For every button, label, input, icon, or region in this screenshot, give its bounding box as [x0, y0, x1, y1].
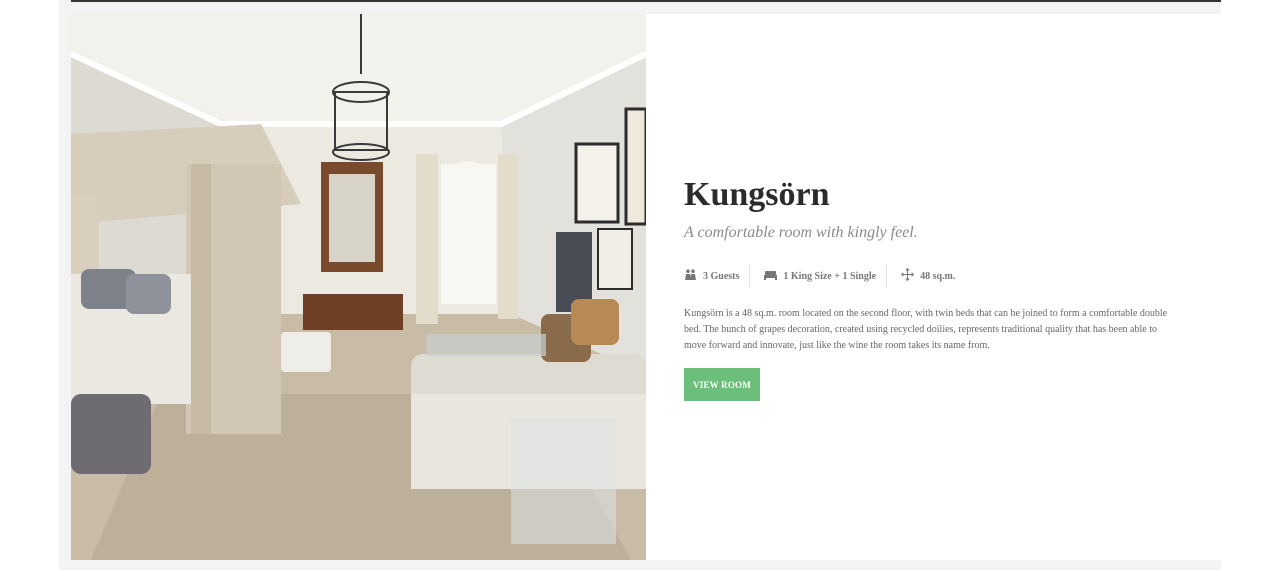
- room-title: Kungsörn: [684, 176, 830, 213]
- feature-size: 48 sq.m.: [901, 264, 955, 288]
- room-subtitle: A comfortable room with kingly feel.: [684, 224, 918, 241]
- room-details: Kungsörn A comfortable room with kingly …: [684, 14, 1174, 560]
- view-room-button[interactable]: VIEW ROOM: [684, 368, 760, 401]
- feature-divider: [749, 264, 751, 288]
- room-description: Kungsörn is a 48 sq.m. room located on t…: [684, 308, 1168, 351]
- bed-icon: [764, 270, 783, 283]
- guests-icon: [684, 269, 703, 283]
- room-card: Kungsörn A comfortable room with kingly …: [71, 14, 1221, 560]
- feature-guests: 3 Guests: [684, 264, 739, 288]
- room-photo: [71, 14, 646, 560]
- top-divider: [71, 0, 1221, 2]
- feature-beds: 1 King Size + 1 Single: [764, 264, 876, 288]
- feature-size-label: 48 sq.m.: [920, 270, 956, 282]
- feature-beds-label: 1 King Size + 1 Single: [783, 270, 877, 282]
- size-icon: [901, 268, 920, 284]
- feature-divider: [886, 264, 888, 288]
- room-features: 3 Guests 1 King Size + 1 Single 48 sq.m.: [684, 264, 955, 288]
- feature-guests-label: 3 Guests: [703, 270, 740, 282]
